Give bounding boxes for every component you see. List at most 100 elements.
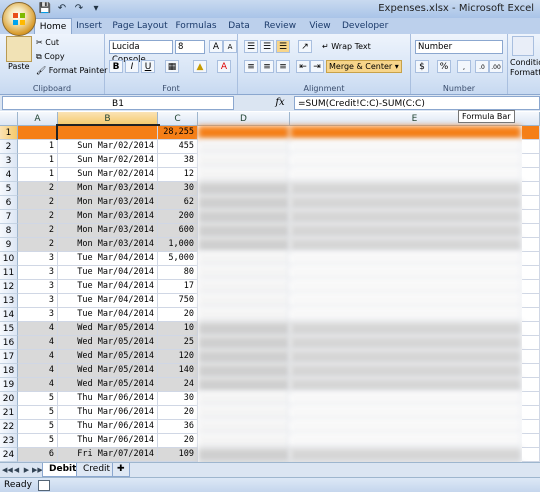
cell-f[interactable] (522, 448, 540, 462)
row-header[interactable]: 18 (0, 364, 18, 378)
cell-d-redacted[interactable] (198, 420, 290, 434)
comma-icon[interactable]: , (457, 60, 471, 73)
cell-b[interactable]: Sun Mar/02/2014 (58, 140, 158, 154)
cell-f[interactable] (522, 210, 540, 224)
cell-f[interactable] (522, 196, 540, 210)
italic-icon[interactable]: I (125, 60, 139, 73)
bold-icon[interactable]: B (109, 60, 123, 73)
cell-d-redacted[interactable] (198, 280, 290, 294)
row-header[interactable]: 17 (0, 350, 18, 364)
cell-c[interactable]: 25 (158, 336, 198, 350)
cell-a[interactable]: 1 (18, 168, 58, 182)
row-header[interactable]: 4 (0, 168, 18, 182)
cell-f[interactable] (522, 350, 540, 364)
macro-record-icon[interactable] (38, 480, 50, 491)
cell-f[interactable] (522, 294, 540, 308)
cell-e-redacted[interactable] (290, 308, 522, 322)
cell-b[interactable]: Thu Mar/06/2014 (58, 406, 158, 420)
cell-c[interactable]: 30 (158, 182, 198, 196)
cell-e-redacted[interactable] (290, 350, 522, 364)
cell-b[interactable]: Sun Mar/02/2014 (58, 154, 158, 168)
cell-a[interactable]: 3 (18, 294, 58, 308)
column-header-b[interactable]: B (58, 112, 158, 126)
conditional-formatting-button[interactable]: Conditio (510, 58, 540, 67)
cell-a[interactable]: 4 (18, 322, 58, 336)
row-header[interactable]: 20 (0, 392, 18, 406)
cell-a[interactable]: 2 (18, 210, 58, 224)
cell-e-redacted[interactable] (290, 392, 522, 406)
cell-b[interactable]: Tue Mar/04/2014 (58, 294, 158, 308)
name-box[interactable]: B1 (2, 96, 234, 110)
cell-c[interactable]: 120 (158, 350, 198, 364)
cell-d-redacted[interactable] (198, 196, 290, 210)
cell-b[interactable]: Thu Mar/06/2014 (58, 392, 158, 406)
cell-e-redacted[interactable] (290, 196, 522, 210)
column-header-a[interactable]: A (18, 112, 58, 126)
fill-color-icon[interactable]: ▲ (193, 60, 207, 73)
insert-function-icon[interactable]: fx (268, 96, 292, 110)
cell-b[interactable]: Wed Mar/05/2014 (58, 378, 158, 392)
cell-d-redacted[interactable] (198, 252, 290, 266)
align-center-icon[interactable]: ≡ (260, 60, 274, 73)
cell-f[interactable] (522, 420, 540, 434)
row-header[interactable]: 3 (0, 154, 18, 168)
cell-c[interactable]: 12 (158, 168, 198, 182)
cell-d-redacted[interactable] (198, 448, 290, 462)
align-middle-icon[interactable]: ☰ (260, 40, 274, 53)
cell-f[interactable] (522, 308, 540, 322)
cell-d-redacted[interactable] (198, 308, 290, 322)
cell-d-redacted[interactable] (198, 364, 290, 378)
cell-c[interactable]: 200 (158, 210, 198, 224)
cell-e-redacted[interactable] (290, 140, 522, 154)
cell-c[interactable]: 20 (158, 434, 198, 448)
prev-sheet-icon[interactable]: ◀ (12, 465, 21, 475)
row-header[interactable]: 7 (0, 210, 18, 224)
wrap-text-button[interactable]: ↵ Wrap Text (322, 42, 371, 51)
cell-e-redacted[interactable] (290, 448, 522, 462)
cell-b[interactable]: Mon Mar/03/2014 (58, 224, 158, 238)
cell-f[interactable] (522, 280, 540, 294)
cell-b[interactable]: Thu Mar/06/2014 (58, 420, 158, 434)
cell-a[interactable]: 2 (18, 182, 58, 196)
cell-c[interactable]: 5,000 (158, 252, 198, 266)
cell-c[interactable]: 20 (158, 406, 198, 420)
cell-b[interactable]: Wed Mar/05/2014 (58, 336, 158, 350)
tab-data[interactable]: Data (224, 18, 254, 34)
decrease-indent-icon[interactable]: ⇤ (296, 60, 310, 73)
grow-font-icon[interactable]: A (209, 40, 223, 53)
row-header[interactable]: 9 (0, 238, 18, 252)
cell-f[interactable] (522, 182, 540, 196)
conditional-formatting-icon[interactable] (512, 36, 534, 56)
cell-d-redacted[interactable] (198, 266, 290, 280)
cell-f[interactable] (522, 336, 540, 350)
column-header-c[interactable]: C (158, 112, 198, 126)
tab-formulas[interactable]: Formulas (174, 18, 218, 34)
cell-d-redacted[interactable] (198, 294, 290, 308)
cell-e-redacted[interactable] (290, 406, 522, 420)
row-header[interactable]: 1 (0, 126, 18, 140)
cell-f[interactable] (522, 252, 540, 266)
cell-b[interactable]: Wed Mar/05/2014 (58, 350, 158, 364)
cell-e-redacted[interactable] (290, 420, 522, 434)
cell-d-redacted[interactable] (198, 238, 290, 252)
cell-a[interactable]: 4 (18, 378, 58, 392)
row-header[interactable]: 2 (0, 140, 18, 154)
row-header[interactable]: 5 (0, 182, 18, 196)
tab-developer[interactable]: Developer (342, 18, 388, 34)
sheet-tab-credit[interactable]: Credit (76, 463, 118, 477)
cell-f[interactable] (522, 266, 540, 280)
row-header[interactable]: 10 (0, 252, 18, 266)
cell-e-redacted[interactable] (290, 224, 522, 238)
number-format-dropdown[interactable]: Number (415, 40, 503, 54)
cell-c[interactable]: 455 (158, 140, 198, 154)
row-header[interactable]: 23 (0, 434, 18, 448)
cell-b[interactable]: Tue Mar/04/2014 (58, 252, 158, 266)
align-top-icon[interactable]: ☰ (244, 40, 258, 53)
cell-d-redacted[interactable] (198, 336, 290, 350)
paste-button[interactable]: Paste (8, 62, 30, 71)
cell-a[interactable]: 4 (18, 364, 58, 378)
cell-e-redacted[interactable] (290, 294, 522, 308)
tab-view[interactable]: View (306, 18, 334, 34)
cell-b[interactable]: Mon Mar/03/2014 (58, 238, 158, 252)
cell-a[interactable]: 2 (18, 224, 58, 238)
